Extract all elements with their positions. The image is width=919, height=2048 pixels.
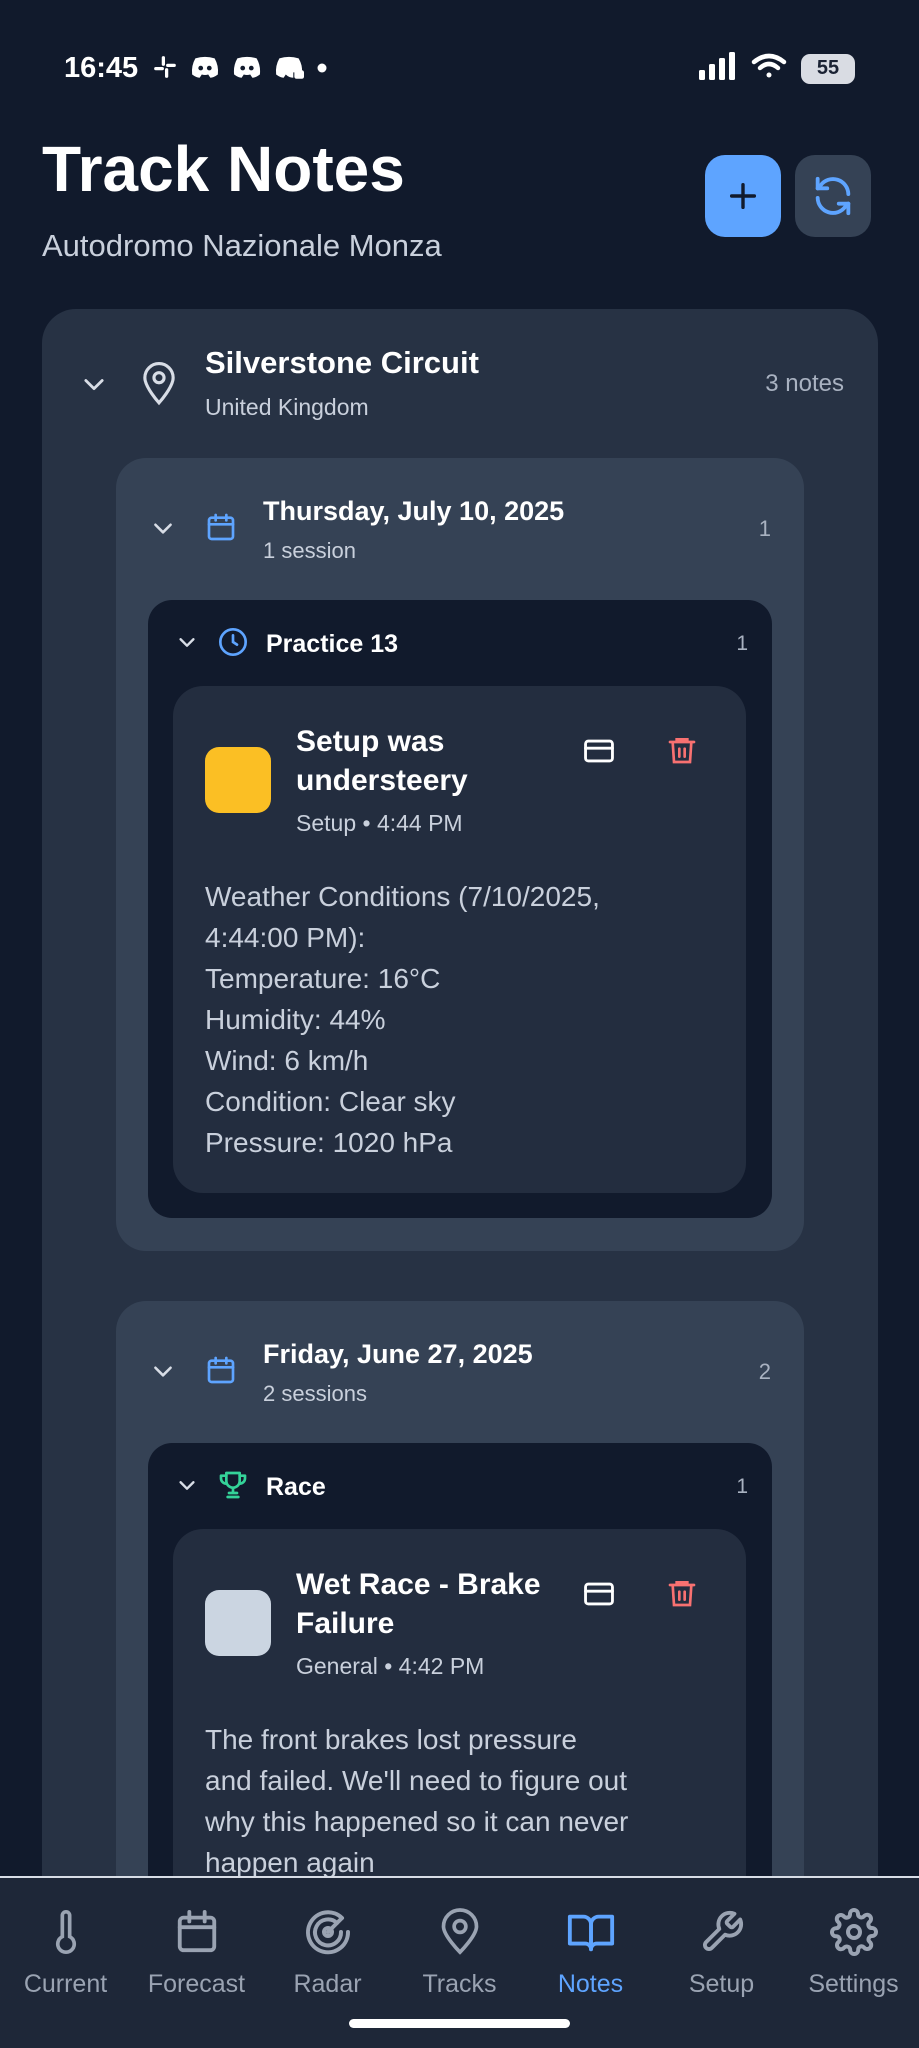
- trash-icon: [668, 1581, 696, 1607]
- date-note-count: 2: [758, 1359, 771, 1384]
- map-pin-icon: [441, 1908, 478, 1955]
- notification-icons: [152, 54, 328, 85]
- note-body-line: why this happened so it can never: [205, 1806, 629, 1837]
- date-session-count: 1 session: [263, 538, 356, 563]
- note-body-line: Condition: Clear sky: [205, 1086, 456, 1117]
- edit-note-button[interactable]: [582, 734, 616, 773]
- note-body-line: 4:44:00 PM):: [205, 922, 366, 953]
- track-country: United Kingdom: [205, 394, 369, 420]
- session-note-count: 1: [736, 632, 748, 655]
- date-session-count: 2 sessions: [263, 1381, 367, 1406]
- chevron-down-icon: [154, 523, 172, 534]
- refresh-button[interactable]: [795, 155, 871, 237]
- chevron-down-icon: [179, 1481, 195, 1490]
- slack-icon: [152, 54, 178, 85]
- card-icon: [584, 739, 614, 763]
- note-meta: General • 4:42 PM: [296, 1653, 485, 1679]
- thermometer-icon: [55, 1910, 76, 1954]
- discord-icon: [232, 54, 262, 85]
- home-indicator[interactable]: [349, 2019, 570, 2028]
- card-icon: [584, 1582, 614, 1606]
- track-note-count: 3 notes: [765, 370, 844, 397]
- note-body-line: Pressure: 1020 hPa: [205, 1127, 453, 1158]
- note-body: Weather Conditions (7/10/2025, 4:44:00 P…: [205, 876, 705, 1163]
- note-category-swatch: [205, 1590, 271, 1656]
- nav-item-tracks[interactable]: Tracks: [394, 1908, 525, 1999]
- note-body-line: The front brakes lost pressure: [205, 1724, 577, 1755]
- wifi-icon: [751, 52, 787, 85]
- nav-item-setup[interactable]: Setup: [656, 1908, 787, 1999]
- note-body-line: Humidity: 44%: [205, 1004, 386, 1035]
- calendar-icon: [205, 1354, 237, 1391]
- page-title: Track Notes: [42, 133, 405, 205]
- session-title: Race: [266, 1473, 326, 1501]
- nav-label: Radar: [293, 1970, 362, 1998]
- nav-item-forecast[interactable]: Forecast: [131, 1908, 262, 1999]
- gear-icon: [829, 1908, 878, 1956]
- date-note-count: 1: [758, 516, 771, 541]
- dot-icon: [316, 61, 328, 79]
- delete-note-button[interactable]: [666, 1576, 698, 1615]
- track-collapse-button[interactable]: [80, 370, 108, 403]
- nav-label: Notes: [557, 1970, 624, 1998]
- date-collapse-button[interactable]: [150, 1358, 176, 1389]
- battery-icon: 55: [801, 53, 855, 84]
- nav-item-settings[interactable]: Settings: [788, 1908, 919, 1999]
- session-collapse-button[interactable]: [176, 631, 198, 658]
- chevron-down-icon: [84, 379, 104, 391]
- session-note-count: 1: [736, 1475, 748, 1498]
- nav-item-current[interactable]: Current: [0, 1908, 131, 1999]
- add-note-button[interactable]: [705, 155, 781, 237]
- status-time: 16:45: [64, 52, 139, 84]
- trash-icon: [668, 738, 696, 764]
- clock-icon: [217, 626, 249, 663]
- system-icons: 55: [699, 52, 855, 85]
- note-title: Wet Race - Brake Failure: [296, 1568, 541, 1640]
- edit-note-button[interactable]: [582, 1577, 616, 1616]
- radar-icon: [305, 1910, 350, 1955]
- session-collapse-button[interactable]: [176, 1474, 198, 1501]
- note-category-swatch: [205, 747, 271, 813]
- chevron-down-icon: [179, 638, 195, 647]
- status-bar: 16:45 55: [0, 0, 919, 140]
- date-title: Thursday, July 10, 2025: [263, 496, 565, 526]
- trophy-icon: [217, 1469, 249, 1506]
- nav-label: Forecast: [147, 1970, 246, 1998]
- session-title: Practice 13: [266, 630, 399, 658]
- book-icon: [567, 1914, 614, 1952]
- nav-label: Settings: [808, 1970, 899, 1998]
- wrench-icon: [702, 1910, 743, 1951]
- nav-label: Current: [23, 1970, 108, 1998]
- page-subtitle: Autodromo Nazionale Monza: [42, 228, 442, 263]
- discord-icon: [190, 54, 220, 85]
- date-title: Friday, June 27, 2025: [263, 1339, 533, 1369]
- date-collapse-button[interactable]: [150, 515, 176, 546]
- nav-item-notes[interactable]: Notes: [525, 1908, 656, 1999]
- nav-item-radar[interactable]: Radar: [262, 1908, 393, 1999]
- plus-icon: [729, 182, 757, 210]
- nav-label: Tracks: [422, 1970, 497, 1998]
- note-body: The front brakes lost pressure and faile…: [205, 1719, 705, 1883]
- note-meta: Setup • 4:44 PM: [296, 810, 463, 836]
- calendar-icon: [205, 511, 237, 548]
- map-pin-icon: [140, 362, 178, 411]
- note-body-line: Wind: 6 km/h: [205, 1045, 369, 1076]
- note-body-line: Weather Conditions (7/10/2025,: [205, 881, 600, 912]
- discord-game-icon: [274, 54, 304, 85]
- chevron-down-icon: [154, 1366, 172, 1377]
- note-body-line: Temperature: 16°C: [205, 963, 441, 994]
- delete-note-button[interactable]: [666, 733, 698, 772]
- note-body-line: and failed. We'll need to figure out: [205, 1765, 627, 1796]
- signal-icon: [699, 52, 737, 85]
- calendar-icon: [177, 1909, 216, 1953]
- nav-label: Setup: [688, 1970, 755, 1998]
- track-name: Silverstone Circuit: [205, 345, 479, 380]
- refresh-icon: [815, 176, 851, 216]
- note-title: Setup was understeery: [296, 725, 468, 797]
